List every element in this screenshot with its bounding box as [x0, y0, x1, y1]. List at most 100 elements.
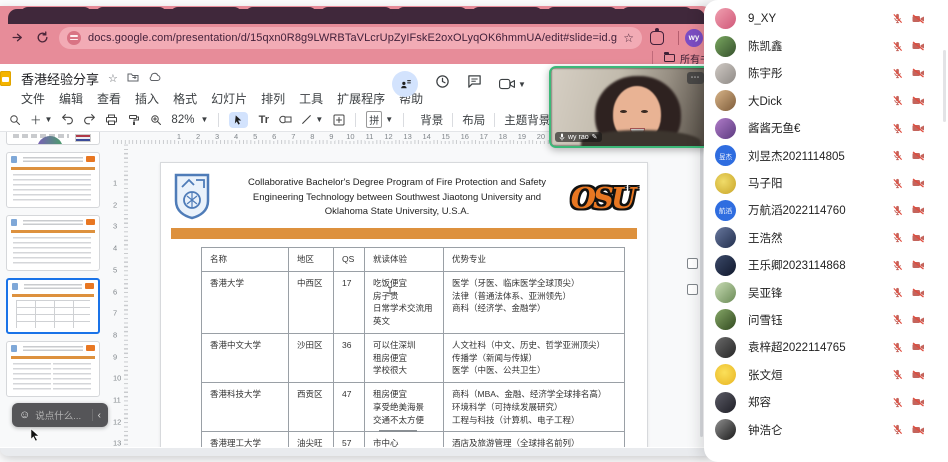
mic-muted-icon[interactable]: [892, 205, 903, 216]
slide-title[interactable]: Collaborative Bachelor's Degree Program …: [239, 176, 555, 220]
table-cell-name[interactable]: 香港大学: [202, 271, 289, 333]
meeting-chat-bar[interactable]: ☺ 说点什么... ‹: [12, 403, 108, 427]
participant-row[interactable]: 郑容: [704, 388, 948, 415]
camera-muted-icon[interactable]: [912, 425, 925, 435]
mic-muted-icon[interactable]: [892, 178, 903, 189]
table-cell-majors[interactable]: 商科（MBA、金融、经济学全球排名高）环境科学（可持续发展研究）工程与科技（计算…: [444, 383, 625, 432]
mic-muted-icon[interactable]: [892, 342, 903, 353]
site-info-icon[interactable]: [67, 31, 81, 45]
search-menus-icon[interactable]: [8, 112, 21, 128]
browser-tab[interactable]: [471, 7, 543, 23]
cloud-status-icon[interactable]: [148, 72, 161, 85]
comments-icon[interactable]: [467, 74, 482, 94]
menu-item-5[interactable]: 格式: [173, 90, 197, 107]
camera-muted-icon[interactable]: [912, 342, 925, 352]
webcam-overlay[interactable]: wy rao ✎ ⋯: [549, 66, 710, 148]
panel-scrollbar[interactable]: [943, 50, 946, 122]
slide-thumbnail-3[interactable]: [6, 215, 100, 271]
format-button-2[interactable]: 布局: [456, 112, 491, 128]
mic-muted-icon[interactable]: [892, 95, 903, 106]
presenter-chat-icon[interactable]: [392, 71, 418, 97]
participant-row[interactable]: 酱酱无鱼€: [704, 115, 948, 142]
slide-thumbnail-5[interactable]: [6, 341, 100, 397]
participant-row[interactable]: 陈宇彤: [704, 60, 948, 87]
camera-muted-icon[interactable]: [912, 123, 925, 133]
print-icon[interactable]: [105, 112, 118, 128]
menu-item-2[interactable]: 编辑: [59, 90, 83, 107]
slide-thumbnail-2[interactable]: [6, 152, 100, 208]
redo-icon[interactable]: [83, 112, 96, 128]
participant-row[interactable]: 马子阳: [704, 169, 948, 196]
table-cell-experience[interactable]: 租房便宜享受绝美海景交通不太方便: [365, 383, 444, 432]
mic-muted-icon[interactable]: [892, 41, 903, 52]
participant-row[interactable]: 钟浩仑: [704, 416, 948, 443]
webcam-more-button[interactable]: ⋯: [687, 72, 704, 84]
edit-name-icon[interactable]: ✎: [592, 133, 598, 141]
paint-format-icon[interactable]: [127, 112, 140, 128]
menu-item-6[interactable]: 幻灯片: [211, 90, 247, 107]
camera-muted-icon[interactable]: [912, 68, 925, 78]
table-cell-district[interactable]: 沙田区: [289, 333, 334, 382]
camera-muted-icon[interactable]: [912, 397, 925, 407]
table-header-cell[interactable]: 名称: [202, 248, 289, 272]
address-bar[interactable]: docs.google.com/presentation/d/15qxn0R8g…: [59, 27, 642, 49]
swjtu-logo[interactable]: [174, 173, 210, 220]
table-cell-district[interactable]: 西贡区: [289, 383, 334, 432]
format-button-3[interactable]: 主题背景: [498, 112, 556, 128]
format-button-1[interactable]: 背景: [414, 112, 449, 128]
browser-tab[interactable]: [546, 7, 618, 23]
browser-tab[interactable]: [320, 7, 392, 23]
undo-icon[interactable]: [61, 112, 74, 128]
menu-item-8[interactable]: 工具: [299, 90, 323, 107]
camera-muted-icon[interactable]: [912, 315, 925, 325]
browser-tab-strip[interactable]: [8, 9, 705, 24]
participant-row[interactable]: 航滔万航滔2022114760: [704, 197, 948, 224]
bookmark-folder-label[interactable]: 所有书签: [680, 51, 706, 65]
table-header-cell[interactable]: QS: [334, 248, 365, 272]
mic-muted-icon[interactable]: [892, 68, 903, 79]
share-screen-icon[interactable]: [687, 258, 698, 269]
browser-tab[interactable]: [170, 7, 242, 23]
mic-muted-icon[interactable]: [892, 369, 903, 380]
table-cell-experience[interactable]: 市中心校园历史悠久: [365, 432, 444, 447]
table-header-cell[interactable]: 就读体验: [365, 248, 444, 272]
camera-muted-icon[interactable]: [912, 233, 925, 243]
camera-muted-icon[interactable]: [912, 96, 925, 106]
table-cell-name[interactable]: 香港理工大学: [202, 432, 289, 447]
camera-muted-icon[interactable]: [912, 260, 925, 270]
menu-item-9[interactable]: 扩展程序: [337, 90, 385, 107]
camera-muted-icon[interactable]: [912, 14, 925, 24]
doc-title[interactable]: 香港经验分享: [21, 69, 99, 88]
pinyin-tool[interactable]: 拼 ▼: [366, 112, 393, 128]
table-cell-experience[interactable]: 吃饭便宜房子贵日常学术交流用英文: [365, 271, 444, 333]
url-text[interactable]: docs.google.com/presentation/d/15qxn0R8g…: [88, 32, 617, 44]
table-cell-district[interactable]: 中西区: [289, 271, 334, 333]
participant-row[interactable]: 张文烜: [704, 361, 948, 388]
participant-row[interactable]: 昱杰刘昱杰2021114805: [704, 142, 948, 169]
browser-tab[interactable]: [396, 7, 468, 23]
menu-item-3[interactable]: 查看: [97, 90, 121, 107]
zoom-level-select[interactable]: 82%▼: [171, 114, 208, 126]
mic-muted-icon[interactable]: [892, 123, 903, 134]
table-cell-majors[interactable]: 医学（牙医、临床医学全球顶尖）法律（普通法体系、亚洲领先）商科（经济学、金融学）: [444, 271, 625, 333]
osu-logo[interactable]: OSU: [565, 176, 639, 220]
table-header-cell[interactable]: 优势专业: [444, 248, 625, 272]
textbox-tool[interactable]: Tr: [257, 112, 270, 128]
participant-row[interactable]: 问雪钰: [704, 306, 948, 333]
participant-row[interactable]: 王浩然: [704, 224, 948, 251]
insert-image-tool[interactable]: [332, 112, 345, 128]
table-cell-qs[interactable]: 36: [334, 333, 365, 382]
slide-thumbnail-1[interactable]: [6, 132, 100, 145]
menu-item-4[interactable]: 插入: [135, 90, 159, 107]
forward-button[interactable]: [9, 30, 25, 46]
browser-tab[interactable]: [621, 7, 693, 23]
browser-tab[interactable]: [95, 7, 167, 23]
menu-item-7[interactable]: 排列: [261, 90, 285, 107]
camera-muted-icon[interactable]: [912, 151, 925, 161]
camera-dropdown-caret[interactable]: ▼: [518, 80, 526, 89]
menu-item-1[interactable]: 文件: [21, 90, 45, 107]
browser-tab[interactable]: [20, 7, 92, 23]
mic-muted-icon[interactable]: [892, 287, 903, 298]
mic-muted-icon[interactable]: [892, 424, 903, 435]
participant-row[interactable]: 袁梓超2022114765: [704, 334, 948, 361]
